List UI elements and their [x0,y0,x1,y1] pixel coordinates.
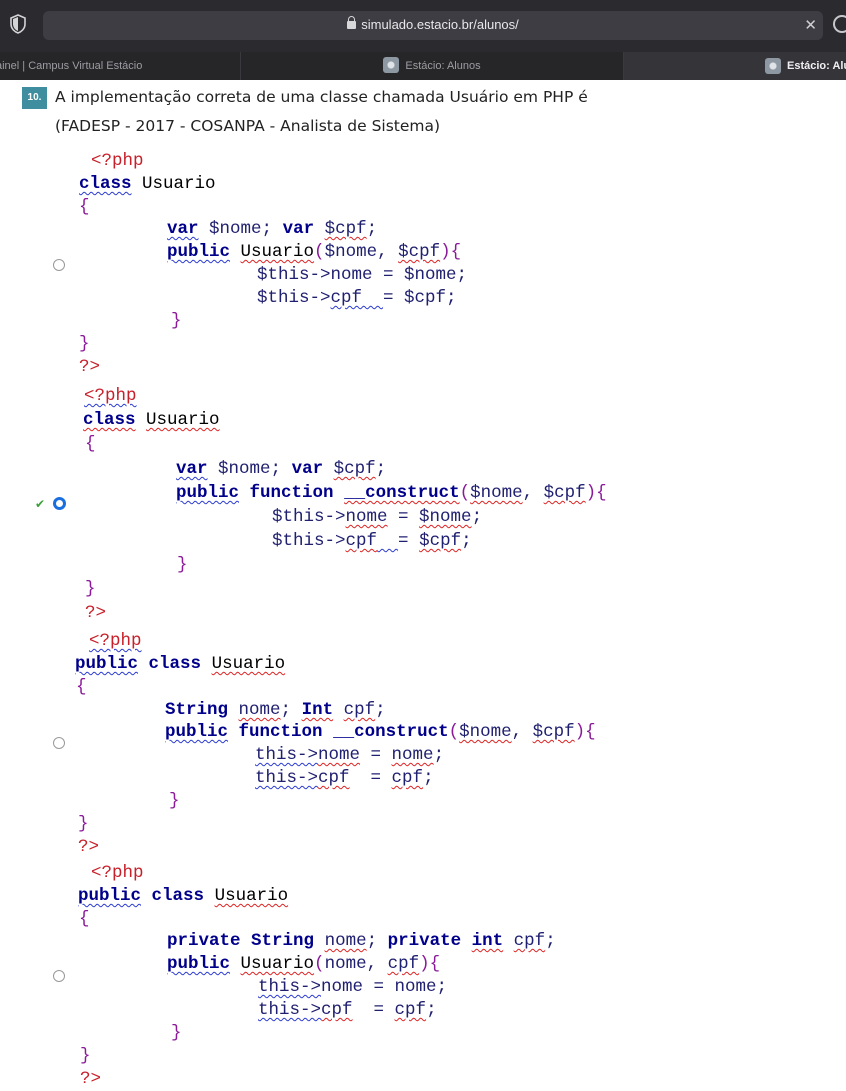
code-line: <?php [91,151,144,171]
code-line: String nome; Int cpf; [165,700,386,720]
tab-label: Estácio: Alunos [405,60,481,72]
code-line: } [169,791,180,811]
question-text: A implementação correta de uma classe ch… [55,88,588,106]
code-line: ?> [80,1069,102,1089]
checkmark-icon: ✔ [35,497,46,511]
option-radio-2[interactable] [53,497,66,510]
option-radio-4[interactable] [53,970,65,982]
code-line: public class Usuario [78,886,289,906]
code-line: var $nome; var $cpf; [176,459,387,479]
code-line: } [78,814,89,834]
code-line: private String nome; private int cpf; [167,931,556,951]
code-line: public Usuario(nome, cpf){ [167,954,441,974]
code-line: $this->nome = $nome; [272,507,483,527]
class-name: Usuario [142,174,216,194]
code-line: { [76,677,87,697]
tab-label: ainel | Campus Virtual Estácio [0,60,143,72]
code-line: $this->cpf = $cpf; [257,288,457,308]
code-line: <?php [89,631,142,651]
tab-estacio-alunos[interactable]: Estácio: Alunos [241,52,624,80]
browser-toolbar: simulado.estacio.br/alunos/ ✕ [0,0,846,52]
code-line: { [85,434,96,454]
code-line: public class Usuario [75,654,286,674]
question-number-badge: 10. [22,87,47,109]
code-line: class Usuario [79,174,216,194]
tab-campus-virtual[interactable]: ainel | Campus Virtual Estácio [0,52,241,80]
lock-icon [347,16,357,29]
url-text: simulado.estacio.br/alunos/ [361,17,519,32]
code-line: <?php [84,386,137,406]
code-line: } [80,1046,91,1066]
favicon-icon [765,58,781,74]
code-line: } [177,555,188,575]
code-line: var $nome; var $cpf; [167,219,378,239]
code-line: $this->cpf = $cpf; [272,531,472,551]
code-line: ?> [78,837,100,857]
option-radio-3[interactable] [53,737,65,749]
option-radio-1[interactable] [53,259,65,271]
code-line: public function __construct($nome, $cpf)… [176,483,607,503]
tab-bar: ainel | Campus Virtual Estácio Estácio: … [0,52,846,80]
code-line: ?> [79,357,101,377]
code-line: } [85,579,96,599]
downloads-icon[interactable] [833,15,846,33]
close-icon[interactable]: ✕ [804,16,817,34]
code-line: this->nome = nome; [255,745,445,765]
code-line: this->nome = nome; [258,977,448,997]
code-line: $this->nome = $nome; [257,265,468,285]
code-line: ?> [85,603,107,623]
code-line: } [171,1023,182,1043]
shield-icon[interactable] [10,14,26,34]
tab-estacio-alunos-active[interactable]: Estácio: Alu [624,52,846,80]
question-source: (FADESP - 2017 - COSANPA - Analista de S… [55,117,441,135]
code-line: this->cpf = cpf; [258,1000,437,1020]
code-line: public function __construct($nome, $cpf)… [165,722,596,742]
code-line: class Usuario [83,410,220,430]
code-line: } [79,334,90,354]
address-bar[interactable]: simulado.estacio.br/alunos/ ✕ [43,11,823,40]
code-line: } [171,311,182,331]
code-line: { [79,197,90,217]
tab-label: Estácio: Alu [787,60,846,72]
favicon-icon [383,57,400,74]
code-line: public Usuario($nome, $cpf){ [167,242,462,262]
code-line: this->cpf = cpf; [255,768,434,788]
code-line: <?php [91,863,144,883]
code-line: { [79,909,90,929]
